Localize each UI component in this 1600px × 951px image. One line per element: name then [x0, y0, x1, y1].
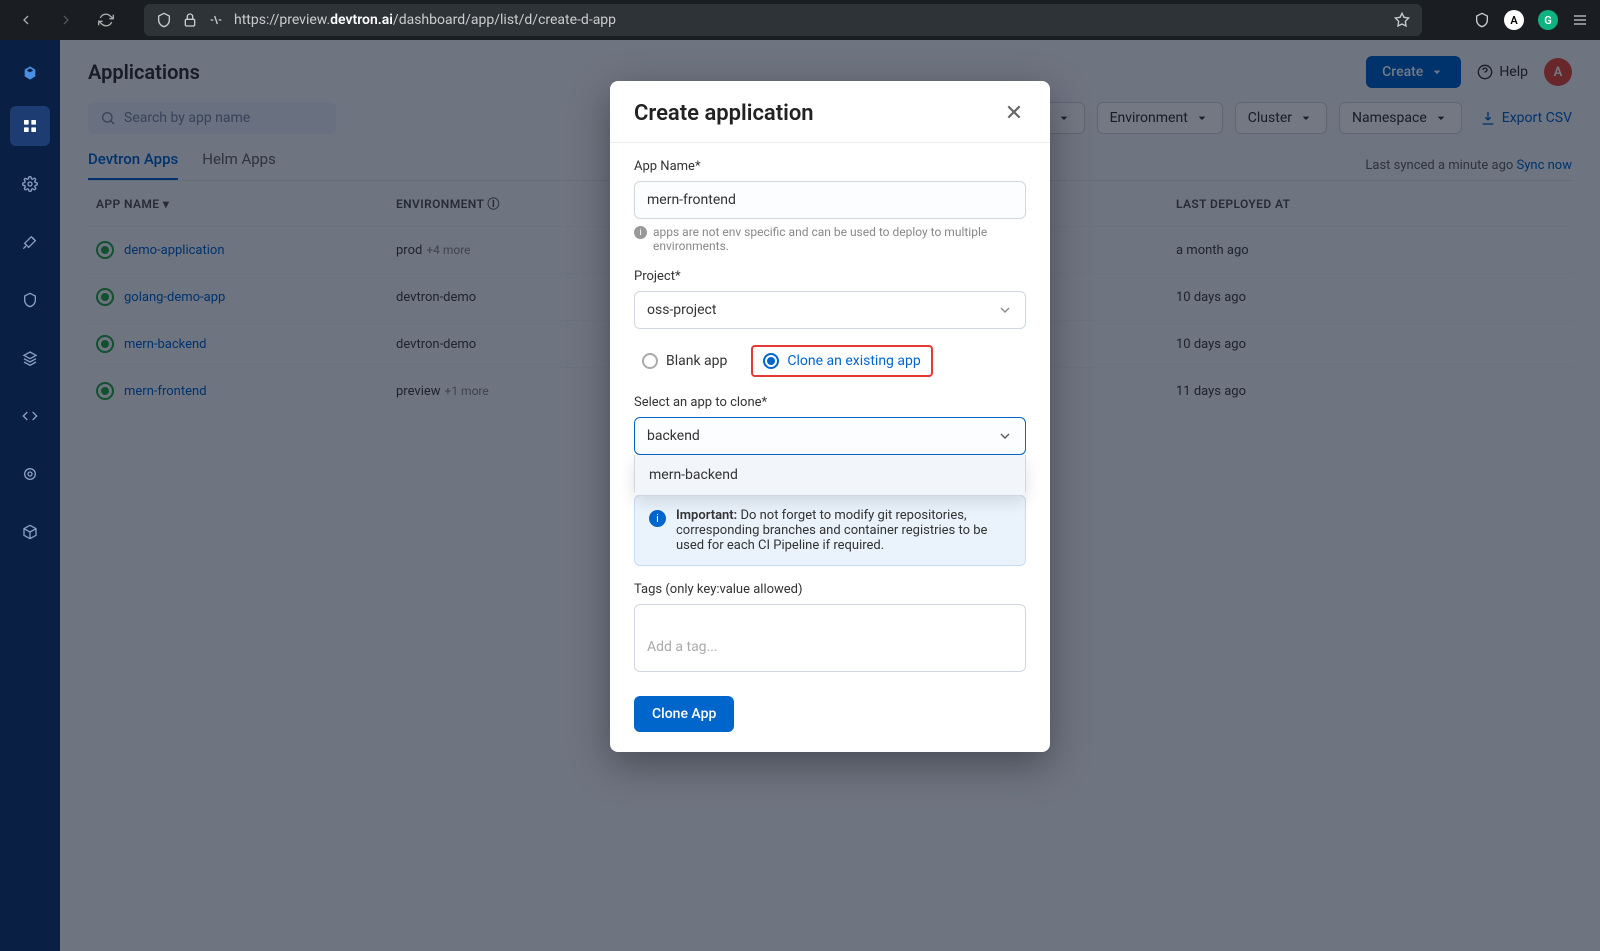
modal-title: Create application: [634, 101, 814, 126]
chevron-down-icon: [997, 428, 1013, 444]
extension-icon[interactable]: G: [1538, 10, 1558, 30]
radio-blank-app[interactable]: Blank app: [634, 347, 735, 375]
pocket-icon[interactable]: [1474, 12, 1490, 28]
cube-nav-icon[interactable]: [10, 512, 50, 552]
devtron-logo-icon[interactable]: [15, 58, 45, 88]
sidebar: [0, 40, 60, 951]
back-button[interactable]: [12, 6, 40, 34]
url-text: https://preview.devtron.ai/dashboard/app…: [234, 12, 1384, 28]
clone-select-label: Select an app to clone*: [634, 395, 1026, 410]
project-label: Project*: [634, 269, 1026, 284]
dropdown-option[interactable]: mern-backend: [635, 455, 1025, 495]
tags-label: Tags (only key:value allowed): [634, 582, 1026, 597]
apps-nav-icon[interactable]: [10, 106, 50, 146]
reload-button[interactable]: [92, 6, 120, 34]
main-content: Applications Create Help A Search by app…: [60, 40, 1600, 951]
gear-nav-icon[interactable]: [10, 164, 50, 204]
app-name-hint: iapps are not env specific and can be us…: [634, 225, 1026, 253]
app-name-label: App Name*: [634, 159, 1026, 174]
chevron-down-icon: [997, 302, 1013, 318]
bookmark-icon[interactable]: [1394, 12, 1410, 28]
clone-app-button[interactable]: Clone App: [634, 696, 734, 732]
security-icons: [156, 12, 224, 28]
app-name-input[interactable]: [634, 181, 1026, 219]
rocket-nav-icon[interactable]: [10, 222, 50, 262]
shield-nav-icon[interactable]: [10, 280, 50, 320]
menu-icon[interactable]: [1572, 12, 1588, 28]
account-icon[interactable]: A: [1504, 10, 1524, 30]
clone-select-dropdown: mern-backend: [634, 455, 1026, 496]
forward-button[interactable]: [52, 6, 80, 34]
project-select[interactable]: oss-project: [634, 291, 1026, 329]
create-app-modal: Create application ✕ App Name* iapps are…: [610, 81, 1050, 752]
tags-input[interactable]: Add a tag...: [634, 604, 1026, 672]
browser-toolbar: https://preview.devtron.ai/dashboard/app…: [0, 0, 1600, 40]
code-nav-icon[interactable]: [10, 396, 50, 436]
important-info-box: i Important: Do not forget to modify git…: [634, 495, 1026, 566]
settings-nav-icon[interactable]: [10, 454, 50, 494]
clone-select-input[interactable]: backend: [634, 417, 1026, 455]
stack-nav-icon[interactable]: [10, 338, 50, 378]
info-icon: i: [649, 510, 666, 527]
info-icon: i: [634, 226, 647, 239]
close-icon[interactable]: ✕: [1002, 102, 1026, 126]
browser-right-icons: A G: [1474, 10, 1588, 30]
radio-clone-app[interactable]: Clone an existing app: [751, 345, 932, 377]
url-bar[interactable]: https://preview.devtron.ai/dashboard/app…: [144, 4, 1422, 36]
